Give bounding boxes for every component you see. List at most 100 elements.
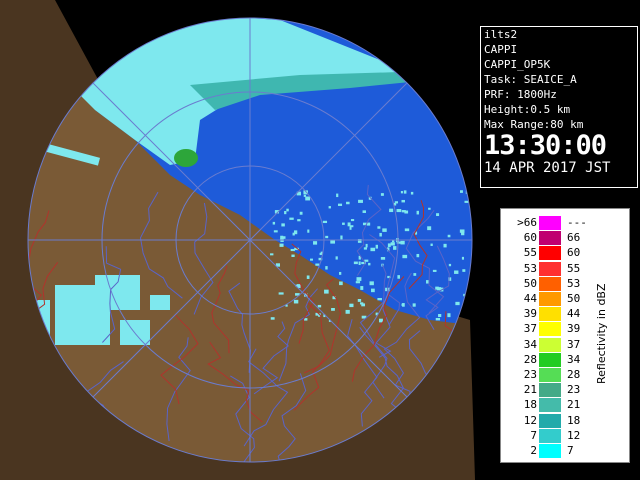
- echo-speckle: [306, 275, 310, 279]
- echo-speckle: [402, 254, 408, 259]
- echo-speckle: [272, 221, 276, 225]
- legend-lower-bound: 39: [523, 307, 537, 321]
- echo-speckle: [403, 190, 407, 194]
- prf-value: PRF: 1800Hz: [484, 88, 557, 101]
- echo-speckle: [387, 243, 391, 247]
- echo-speckle: [297, 219, 301, 222]
- echo-speckle: [325, 266, 328, 270]
- echo-speckle: [310, 258, 313, 261]
- echo-speckle: [315, 263, 320, 266]
- echo-speckle: [462, 269, 466, 272]
- echo-speckle: [303, 194, 306, 197]
- echo-speckle: [289, 217, 294, 220]
- echo-speckle: [359, 302, 364, 305]
- echo-speckle: [371, 288, 375, 293]
- legend-lower-bound: 34: [523, 337, 537, 351]
- legend-upper-bound: 34: [567, 352, 581, 366]
- echo-speckle: [362, 210, 366, 213]
- echo-speckle: [291, 254, 295, 257]
- echo-speckle: [290, 248, 295, 252]
- product-name: CAPPI: [484, 43, 518, 56]
- echo-speckle: [322, 220, 328, 224]
- echo-speckle: [331, 307, 335, 311]
- product-code: CAPPI_OP5K: [484, 58, 551, 71]
- echo-speckle: [284, 210, 287, 215]
- color-legend: >66 --- 60 66 55 60 53 55 50 53 44 50 39 44 37 39 34 37 28…: [500, 208, 630, 463]
- echo-speckle: [319, 252, 322, 256]
- echo-speckle: [428, 207, 431, 210]
- echo-speckle: [328, 206, 331, 209]
- echo-speckle: [349, 225, 354, 228]
- echo-speckle: [400, 191, 403, 194]
- echo-speckle: [437, 287, 442, 291]
- legend-lower-bound: 53: [523, 261, 537, 275]
- echo-speckle: [340, 235, 343, 240]
- echo-speckle: [393, 246, 397, 250]
- legend-swatch: [539, 322, 561, 337]
- legend-upper-bound: 7: [567, 444, 574, 457]
- echo-speckle: [364, 259, 369, 262]
- echo-speckle: [436, 213, 440, 217]
- echo-speckle: [299, 211, 303, 215]
- echo-speckle: [404, 228, 410, 232]
- echo-speckle: [377, 226, 381, 229]
- legend-swatch: [539, 292, 561, 306]
- echo-speckle: [375, 244, 378, 249]
- echo-speckle: [377, 297, 382, 301]
- echo-speckle: [380, 257, 386, 260]
- strong-echo-cell: [174, 149, 198, 167]
- legend-upper-bound: 53: [567, 276, 581, 290]
- echo-speckle: [379, 232, 382, 237]
- echo-speckle: [368, 262, 371, 266]
- echo-speckle: [435, 317, 441, 321]
- echo-speckle: [427, 226, 432, 231]
- legend-swatch: [539, 246, 561, 261]
- echo-speckle: [370, 247, 376, 252]
- echo-speckle: [410, 191, 414, 195]
- legend-swatch: [539, 368, 561, 382]
- legend-swatch: [539, 444, 561, 458]
- legend-swatch: [539, 337, 561, 352]
- echo-speckle: [358, 261, 361, 266]
- echo-speckle: [286, 208, 289, 212]
- echo-speckle: [455, 301, 460, 306]
- echo-speckle: [355, 281, 361, 284]
- echo-speckle: [357, 298, 362, 302]
- echo-speckle: [336, 193, 339, 198]
- echo-speckle: [339, 281, 343, 286]
- echo-speckle: [317, 304, 322, 308]
- echo-speckle: [278, 292, 284, 295]
- legend-swatch: [539, 231, 561, 246]
- echo-speckle: [349, 226, 352, 230]
- legend-upper-bound: 28: [567, 368, 581, 381]
- echo-speckle: [426, 280, 429, 284]
- echo-speckle: [443, 243, 447, 248]
- legend-upper-bound: 60: [567, 246, 581, 260]
- echo-speckle: [349, 303, 354, 308]
- echo-speckle: [270, 253, 274, 256]
- legend-upper-bound: 23: [567, 383, 581, 397]
- echo-speckle: [350, 219, 355, 222]
- echo-speckle: [324, 289, 329, 294]
- echo-speckle: [353, 261, 358, 265]
- echo-speckle: [339, 271, 342, 275]
- echo-speckle: [447, 313, 451, 318]
- echo-speckle: [454, 270, 459, 274]
- echo-speckle: [438, 314, 442, 318]
- legend-lower-bound: 7: [530, 428, 537, 442]
- info-panel: ilts2 CAPPI CAPPI_OP5K Task: SEAICE_A PR…: [480, 26, 638, 188]
- legend-lower-bound: 23: [523, 368, 537, 381]
- echo-speckle: [397, 275, 400, 279]
- legend-upper-bound: ---: [567, 216, 587, 229]
- legend-swatch: [539, 261, 561, 276]
- site-name: ilts2: [484, 28, 518, 41]
- echo-speckle: [356, 277, 362, 281]
- echo-speckle: [270, 317, 275, 320]
- legend-upper-bound: 39: [567, 322, 581, 336]
- echo-speckle: [325, 235, 329, 239]
- legend-swatch: [539, 428, 561, 443]
- echo-speckle: [461, 256, 465, 260]
- echo-speckle: [382, 228, 387, 232]
- legend-lower-bound: 44: [523, 292, 537, 305]
- echo-speckle: [335, 256, 338, 260]
